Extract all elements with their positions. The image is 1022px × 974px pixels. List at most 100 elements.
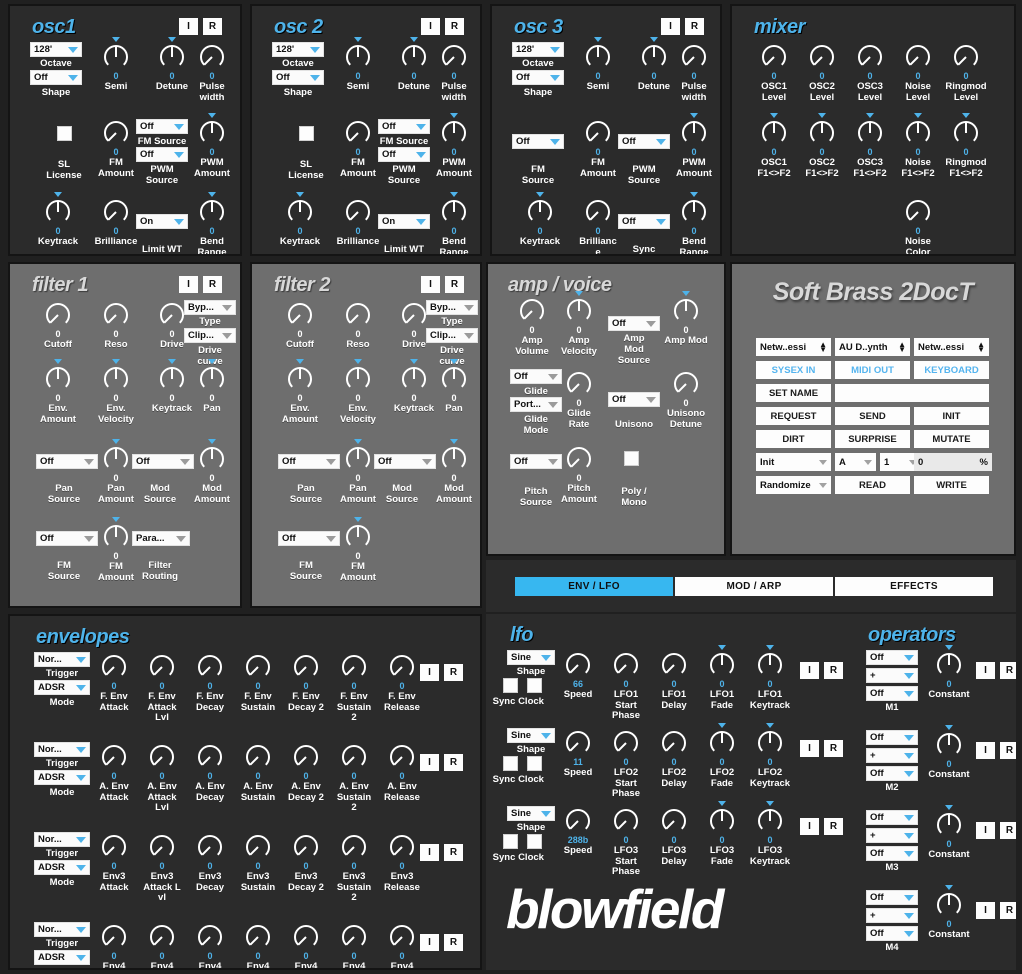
knob-control[interactable]: 0RingmodF1<>F2 [940,118,992,179]
knob-control[interactable]: 0PWMAmount [426,118,482,179]
knob-control[interactable]: 0Env4Sustain2 [330,922,378,970]
knob-dial[interactable] [243,742,273,772]
knob-dial[interactable] [525,197,555,227]
reset-button[interactable]: R [444,844,463,861]
knob-dial[interactable] [197,42,227,72]
knob-dial[interactable] [679,118,709,148]
knob-control[interactable]: 0Constant [923,810,975,861]
knob-dial[interactable] [639,42,669,72]
lfo-sync-checkbox[interactable] [503,756,518,771]
init-button[interactable]: I [800,740,819,757]
knob-dial[interactable] [195,652,225,682]
knob-control[interactable]: 0Semi [330,42,386,93]
knob-dial[interactable] [855,118,885,148]
knob-control[interactable]: 0Env4Sustain [234,922,282,970]
knob-control[interactable]: 0A. EnvDecay 2 [282,742,330,803]
knob-dial[interactable] [387,832,417,862]
patch-button-init[interactable]: INIT [914,407,989,425]
knob-control[interactable]: 0Env4Decay [186,922,234,970]
dropdown[interactable]: On [378,214,430,229]
knob-dial[interactable] [659,728,689,758]
knob-control[interactable]: 0Keytrack [30,197,86,248]
knob-dial[interactable] [243,922,273,952]
reset-button[interactable]: R [685,18,704,35]
knob-control[interactable]: 0A. EnvAttackLvl [138,742,186,814]
patch-button-mutate[interactable]: MUTATE [914,430,989,448]
dropdown[interactable]: Nor... [34,742,90,757]
knob-control[interactable]: 0Env3Attack Lvl [138,832,186,904]
bank-dropdown[interactable]: A [835,453,876,471]
knob-control[interactable]: 0Env4AttackLvl [138,922,186,970]
knob-control[interactable]: 0LFO3Fade [698,806,746,867]
io-button-sysex-in[interactable]: SYSEX IN [756,361,831,379]
knob-control[interactable]: 0A. EnvDecay [186,742,234,803]
knob-dial[interactable] [291,832,321,862]
knob-control[interactable]: 0OSC1F1<>F2 [748,118,800,179]
knob-control[interactable]: 0F. EnvAttackLvl [138,652,186,724]
knob-dial[interactable] [903,118,933,148]
knob-control[interactable]: 0Env3Decay 2 [282,832,330,893]
knob-control[interactable]: 0Env4Decay 2 [282,922,330,970]
dropdown[interactable]: + [866,668,918,683]
knob-control[interactable]: 0LFO1Fade [698,650,746,711]
io-selector[interactable]: Netw..essi▲▼ [756,338,831,356]
knob-control[interactable]: 0F. EnvSustain [234,652,282,713]
reset-button[interactable]: R [444,934,463,951]
knob-dial[interactable] [583,197,613,227]
knob-control[interactable]: 0BendRange [426,197,482,256]
reset-button[interactable]: R [1000,742,1016,759]
knob-control[interactable]: 288bSpeed [554,806,602,857]
knob-dial[interactable] [285,197,315,227]
knob-dial[interactable] [755,806,785,836]
knob-control[interactable]: 0LFO3Delay [650,806,698,867]
knob-dial[interactable] [343,522,373,552]
knob-control[interactable]: 0LFO2Keytrack [746,728,794,789]
knob-dial[interactable] [147,922,177,952]
knob-control[interactable]: 0OSC3F1<>F2 [844,118,896,179]
knob-dial[interactable] [387,742,417,772]
knob-dial[interactable] [197,444,227,474]
knob-dial[interactable] [611,728,641,758]
init-button[interactable]: I [420,934,439,951]
knob-control[interactable]: 0LFO2Delay [650,728,698,789]
write-button[interactable]: WRITE [914,476,989,494]
knob-dial[interactable] [43,197,73,227]
dropdown[interactable]: Byp... [184,300,236,315]
sl-license-checkbox[interactable] [299,126,314,141]
init-button[interactable]: I [976,822,995,839]
knob-dial[interactable] [583,42,613,72]
dropdown[interactable]: Off [378,147,430,162]
knob-dial[interactable] [291,742,321,772]
lfo-clock-checkbox[interactable] [527,834,542,849]
dropdown[interactable]: Off [866,846,918,861]
knob-control[interactable]: 0LFO1Keytrack [746,650,794,711]
knob-dial[interactable] [679,197,709,227]
knob-dial[interactable] [339,652,369,682]
reset-button[interactable]: R [824,818,843,835]
knob-dial[interactable] [343,364,373,394]
dropdown[interactable]: + [866,748,918,763]
knob-control[interactable]: 0F. EnvSustain2 [330,652,378,724]
dropdown[interactable]: Off [866,686,918,701]
knob-dial[interactable] [101,364,131,394]
knob-dial[interactable] [671,296,701,326]
knob-control[interactable]: 0Constant [923,650,975,701]
knob-control[interactable]: 0GlideRate [551,369,607,430]
knob-control[interactable]: 0LFO2StartPhase [602,728,650,800]
knob-dial[interactable] [399,42,429,72]
knob-dial[interactable] [147,742,177,772]
knob-control[interactable]: 0Env4Release [378,922,426,970]
knob-dial[interactable] [659,806,689,836]
knob-dial[interactable] [583,118,613,148]
dropdown[interactable]: Off [608,392,660,407]
knob-dial[interactable] [197,364,227,394]
knob-dial[interactable] [99,652,129,682]
io-button-keyboard[interactable]: KEYBOARD [914,361,989,379]
knob-dial[interactable] [707,650,737,680]
knob-dial[interactable] [291,652,321,682]
knob-dial[interactable] [195,832,225,862]
knob-control[interactable]: 0PWMAmount [666,118,722,179]
knob-dial[interactable] [43,364,73,394]
knob-dial[interactable] [343,197,373,227]
knob-control[interactable]: 0FMAmount [330,522,386,583]
